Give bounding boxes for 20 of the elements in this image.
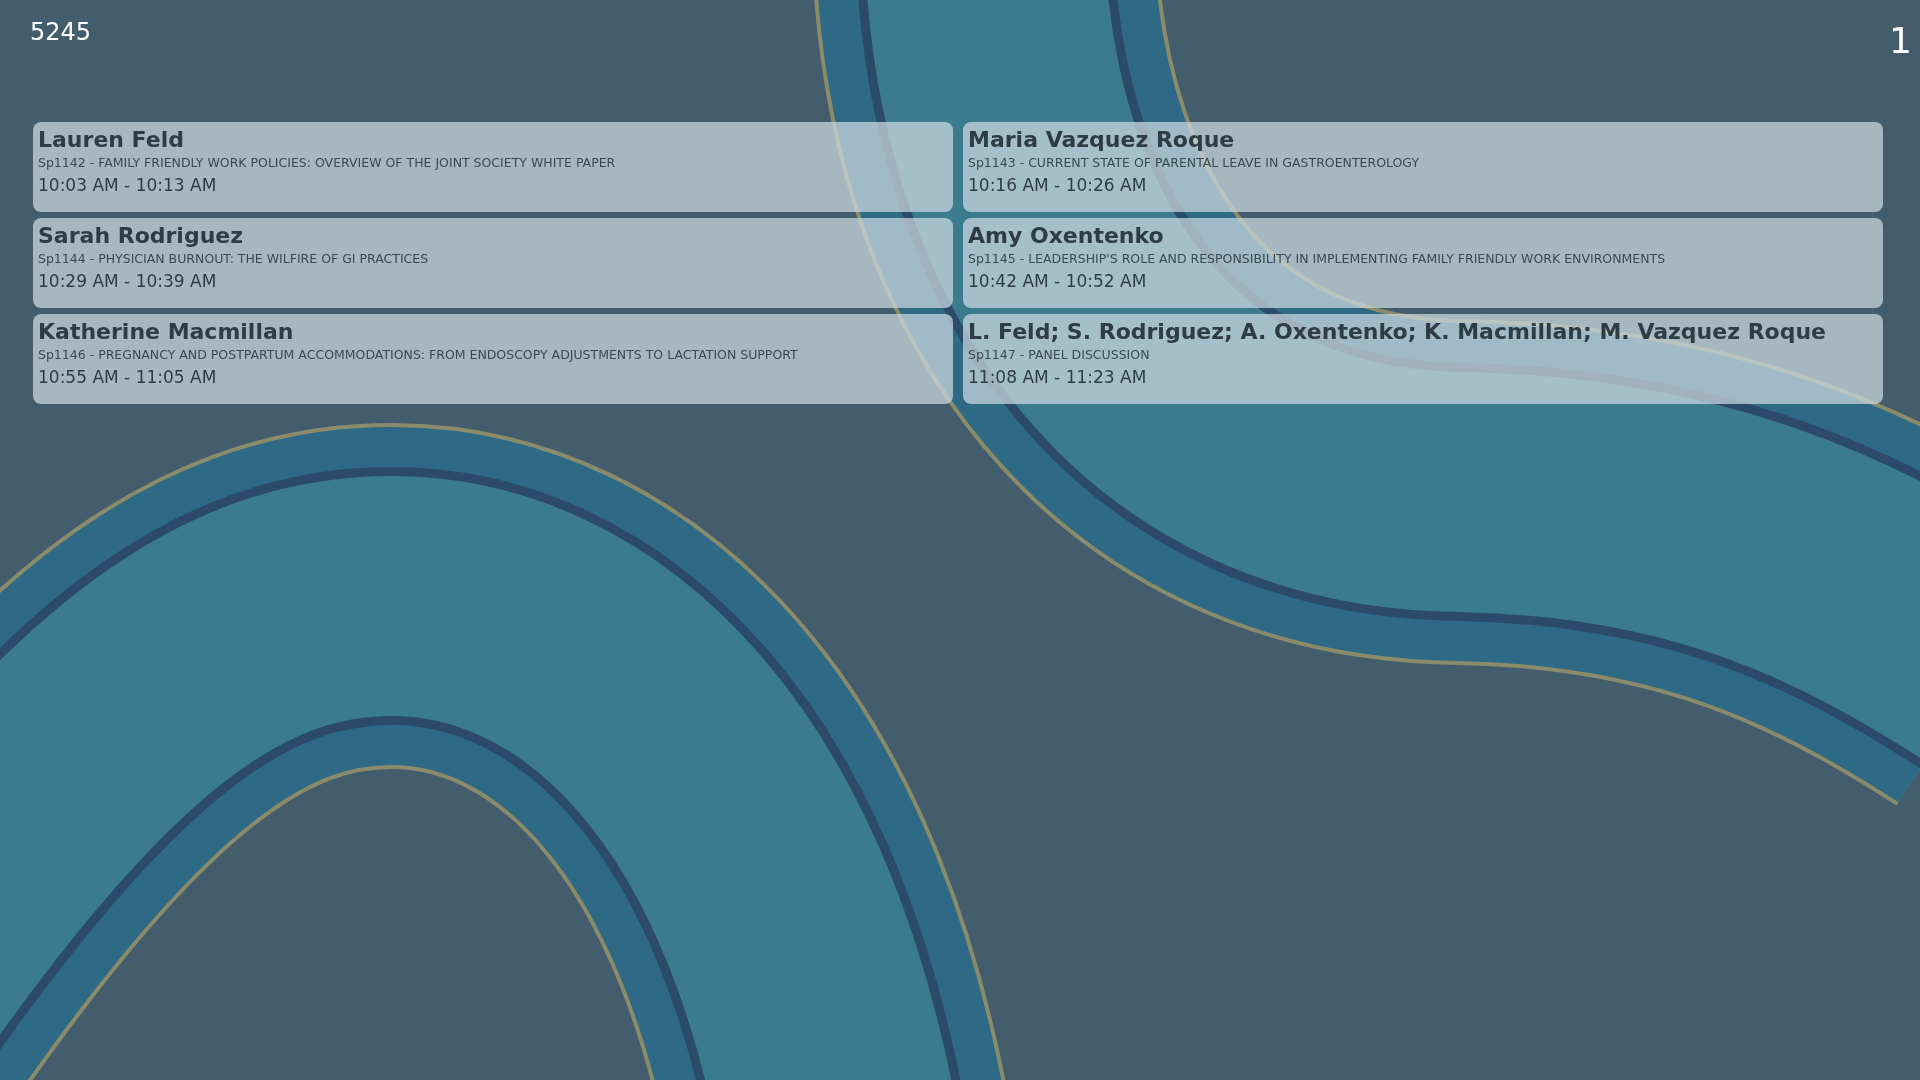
- session-title: Sp1146 - PREGNANCY AND POSTPARTUM ACCOMMODATIONS: FROM ENDOSCOPY ADJUSTMENTS TO LACTATION SUPPORT: [38, 346, 799, 364]
- speaker-name: Lauren Feld: [38, 126, 185, 154]
- session-time: 10:03 AM - 10:13 AM: [38, 174, 218, 197]
- session-title: Sp1142 - FAMILY FRIENDLY WORK POLICIES: OVERVIEW OF THE JOINT SOCIETY WHITE PAPER: [38, 154, 617, 172]
- speaker-name: Sarah Rodriguez: [38, 222, 245, 250]
- session-time: 10:55 AM - 11:05 AM: [38, 366, 218, 389]
- session-time: 10:16 AM - 10:26 AM: [968, 174, 1148, 197]
- session-title: Sp1147 - PANEL DISCUSSION: [968, 346, 1151, 364]
- room-number: 5245: [30, 18, 92, 46]
- speaker-name: Maria Vazquez Roque: [968, 126, 1236, 154]
- session-title: Sp1144 - PHYSICIAN BURNOUT: THE WILFIRE OF GI PRACTICES: [38, 250, 430, 268]
- session-title: Sp1143 - CURRENT STATE OF PARENTAL LEAVE IN GASTROENTEROLOGY: [968, 154, 1421, 172]
- session-time: 11:08 AM - 11:23 AM: [968, 366, 1148, 389]
- speaker-name: Katherine Macmillan: [38, 318, 295, 346]
- session-time: 10:29 AM - 10:39 AM: [38, 270, 218, 293]
- speaker-name: L. Feld; S. Rodriguez; A. Oxentenko; K. Macmillan; M. Vazquez Roque: [968, 318, 1828, 346]
- speaker-name: Amy Oxentenko: [968, 222, 1165, 250]
- session-time: 10:42 AM - 10:52 AM: [968, 270, 1148, 293]
- session-title: Sp1145 - LEADERSHIP'S ROLE AND RESPONSIBILITY IN IMPLEMENTING FAMILY FRIENDLY WORK ENVIRONMENTS: [968, 250, 1667, 268]
- page-number: 1: [1889, 20, 1912, 61]
